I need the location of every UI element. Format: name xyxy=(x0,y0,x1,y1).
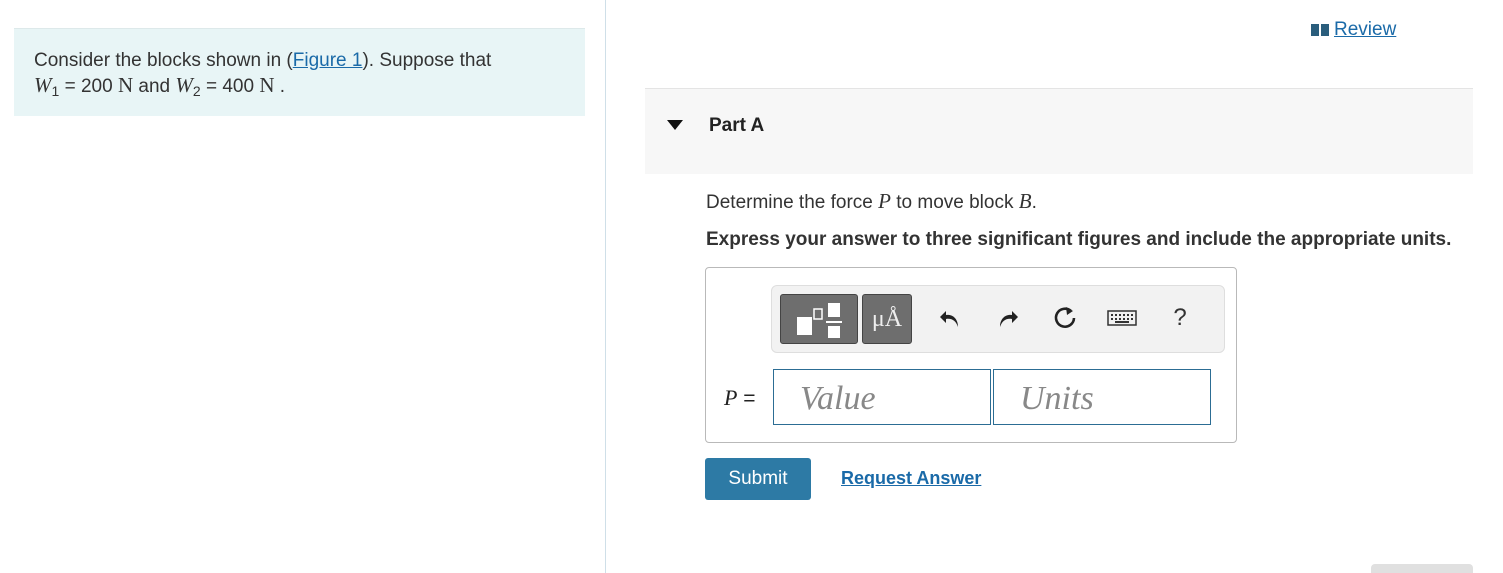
reset-button[interactable] xyxy=(1047,300,1083,336)
help-button[interactable]: ? xyxy=(1162,300,1198,336)
collapse-caret-icon[interactable] xyxy=(667,120,683,130)
units-button[interactable]: μÅ xyxy=(862,294,912,344)
part-a-header[interactable]: Part A xyxy=(645,88,1473,174)
reset-icon xyxy=(1054,307,1076,328)
w1-value: = 200 xyxy=(59,76,118,97)
units-input[interactable] xyxy=(993,369,1211,425)
w1-symbol: W xyxy=(34,73,52,97)
undo-button[interactable] xyxy=(932,300,968,336)
templates-button[interactable] xyxy=(780,294,858,344)
review-link[interactable]: Review xyxy=(1310,19,1396,41)
answer-var: P xyxy=(724,385,738,410)
question-text: Determine the force P to move block B. xyxy=(706,189,1037,214)
question-block-b: B xyxy=(1018,189,1032,213)
w2-unit: N xyxy=(259,73,275,97)
undo-icon xyxy=(940,311,958,327)
question-middle: to move block xyxy=(890,192,1019,213)
w2-symbol: W xyxy=(175,73,193,97)
answer-box: μÅ ? P = Value Units xyxy=(705,267,1237,443)
answer-equals: = xyxy=(737,387,756,410)
review-label: Review xyxy=(1334,19,1397,40)
question-var-p: P xyxy=(878,189,891,213)
problem-pane: Consider the blocks shown in (Figure 1).… xyxy=(0,0,605,573)
templates-icon xyxy=(797,303,842,338)
answer-instructions: Express your answer to three significant… xyxy=(706,229,1452,250)
submit-button[interactable]: Submit xyxy=(705,458,811,500)
request-answer-link[interactable]: Request Answer xyxy=(841,468,981,489)
figure-link[interactable]: Figure 1 xyxy=(293,50,363,71)
question-start: Determine the force xyxy=(706,192,879,213)
intro-text-after-link: ). Suppose that xyxy=(362,50,492,71)
page: Consider the blocks shown in (Figure 1).… xyxy=(0,0,1503,573)
book-icon xyxy=(1311,24,1329,36)
math-toolbar: μÅ ? xyxy=(771,285,1225,353)
redo-icon xyxy=(1000,311,1018,327)
units-icon: μÅ xyxy=(871,305,903,332)
pane-divider[interactable] xyxy=(605,0,606,573)
part-title: Part A xyxy=(709,115,765,136)
w1-unit: N xyxy=(117,73,134,97)
intro-end: . xyxy=(274,76,286,97)
keyboard-icon xyxy=(1107,310,1137,326)
and-text: and xyxy=(133,76,176,97)
w2-subscript: 2 xyxy=(192,83,201,99)
redo-button[interactable] xyxy=(990,300,1026,336)
value-input[interactable] xyxy=(773,369,991,425)
w2-value: = 400 xyxy=(200,76,260,97)
problem-statement: Consider the blocks shown in (Figure 1).… xyxy=(14,28,585,116)
question-end: . xyxy=(1031,192,1037,213)
answer-variable-label: P = xyxy=(724,385,756,411)
help-icon: ? xyxy=(1173,304,1187,331)
bottom-tab[interactable] xyxy=(1371,564,1473,573)
intro-text-start: Consider the blocks shown in ( xyxy=(34,50,293,71)
keyboard-button[interactable] xyxy=(1104,300,1140,336)
